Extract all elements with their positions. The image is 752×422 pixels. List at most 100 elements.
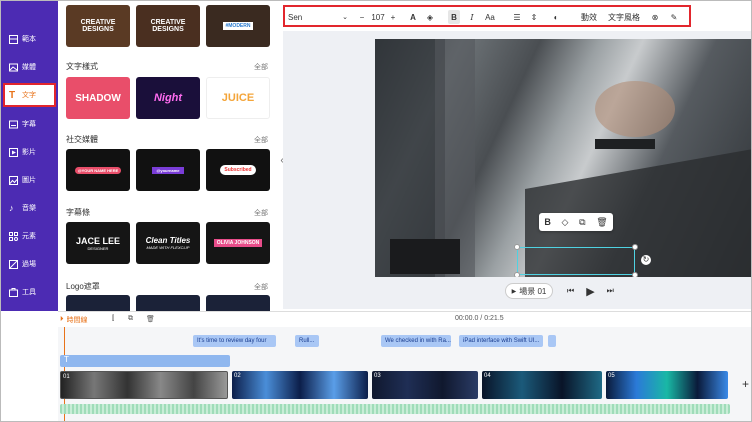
sidebar-item-elements[interactable]: 元素 xyxy=(5,224,55,248)
timeline-icon: ⏵ xyxy=(60,316,64,323)
align-button[interactable]: ☰ xyxy=(511,10,523,24)
audio-waveform[interactable] xyxy=(60,404,730,414)
template-thumb[interactable]: CREATIVE DESIGNS xyxy=(66,5,130,47)
bold-button[interactable]: B xyxy=(448,10,460,24)
play-icon[interactable]: ▶ xyxy=(586,285,594,298)
video-clip[interactable]: 01 xyxy=(60,371,228,399)
sidebar-item-media[interactable]: 媒體 xyxy=(5,55,55,79)
text-track-icon: T xyxy=(64,355,69,364)
video-editor-window: 範本 媒體 T 文字 字幕 影片 圖片 ♪ 音樂 元素 過場 工具 CREATI… xyxy=(0,0,752,422)
text-style-thumb[interactable]: JUICE xyxy=(206,77,270,119)
lower-third-thumb[interactable]: OLIVIA JOHNSON xyxy=(206,222,270,264)
clip-number: 04 xyxy=(484,373,491,379)
plus-label: + xyxy=(390,12,396,22)
text-style-thumb[interactable]: Night xyxy=(136,77,200,119)
link-icon: ⊗ xyxy=(651,12,659,22)
video-clip[interactable]: 02 xyxy=(232,371,368,399)
thumb-label: @YOUR NAME HERE xyxy=(74,166,122,174)
sidebar-item-subtitle[interactable]: 字幕 xyxy=(5,112,55,136)
pen-icon: ✎ xyxy=(670,12,678,22)
subtitle-clip[interactable]: It's time to review day four xyxy=(193,335,276,347)
preview-area: ↻ B ◇ ⧉ 🗑 ▶ 場景 01 ⏮ ▶ ⏭ xyxy=(283,31,751,309)
logo-mask-thumb[interactable] xyxy=(66,295,130,311)
video-clip[interactable]: 05 xyxy=(606,371,728,399)
timeline: It's time to review day four Rull... We … xyxy=(58,327,751,421)
duplicate-icon[interactable]: ⧉ xyxy=(579,217,585,228)
thumb-label: OLIVIA JOHNSON xyxy=(213,239,263,247)
text-popup-toolbar: B ◇ ⧉ 🗑 xyxy=(539,213,613,231)
subtitle-clip[interactable] xyxy=(548,335,556,347)
subtitle-text: iPad interface with Swift UI... xyxy=(463,338,540,344)
see-all-link[interactable]: 全部 xyxy=(254,62,268,72)
see-all-link[interactable]: 全部 xyxy=(254,208,268,218)
resize-handle[interactable] xyxy=(514,272,520,277)
copy-icon[interactable]: ⧉ xyxy=(128,315,133,323)
split-icon[interactable]: ⫿ xyxy=(112,315,114,323)
image-icon xyxy=(9,175,18,185)
text-selection-box[interactable] xyxy=(517,247,635,275)
template-thumb[interactable]: CREATIVE DESIGNS xyxy=(136,5,200,47)
resize-handle[interactable] xyxy=(632,272,638,277)
animation-button[interactable]: 動效 xyxy=(578,10,600,24)
video-clip[interactable]: 03 xyxy=(372,371,478,399)
edit-button[interactable]: ✎ xyxy=(668,10,680,24)
text-style-thumb[interactable]: SHADOW xyxy=(66,77,130,119)
font-size-increase[interactable]: + xyxy=(388,10,398,24)
highlight-button[interactable]: ◈ xyxy=(424,10,436,24)
transition-icon xyxy=(9,259,18,269)
sidebar-item-video[interactable]: 影片 xyxy=(5,140,55,164)
lower-third-thumb[interactable]: JACE LEE DESIGNER xyxy=(66,222,130,264)
add-clip-icon[interactable]: + xyxy=(742,377,749,391)
subtitle-icon xyxy=(9,120,18,129)
thumb-label: JUICE xyxy=(221,92,255,104)
bold-icon[interactable]: B xyxy=(544,217,551,227)
thumb-label: Night xyxy=(153,92,183,104)
sidebar-item-text[interactable]: T 文字 xyxy=(3,83,56,107)
rotate-icon[interactable]: ↻ xyxy=(641,255,651,265)
scene-label: 場景 01 xyxy=(519,286,547,296)
sidebar-item-transition[interactable]: 過場 xyxy=(5,252,55,276)
scene-selector[interactable]: ▶ 場景 01 xyxy=(505,283,553,299)
resize-handle[interactable] xyxy=(632,244,638,250)
chevron-down-icon: ⌄ xyxy=(342,14,348,21)
template-thumb[interactable]: #MODERN xyxy=(206,5,270,47)
text-track-clip[interactable]: T xyxy=(60,355,230,367)
sidebar-item-template[interactable]: 範本 xyxy=(5,27,55,51)
logo-mask-thumb[interactable] xyxy=(206,295,270,311)
link-button[interactable]: ⊗ xyxy=(649,10,661,24)
opacity-button[interactable]: ◐ xyxy=(550,10,562,24)
sidebar-item-image[interactable]: 圖片 xyxy=(5,168,55,192)
subtitle-clip[interactable]: iPad interface with Swift UI... xyxy=(459,335,543,347)
text-color-button[interactable]: A xyxy=(407,10,419,24)
video-clip[interactable]: 04 xyxy=(482,371,602,399)
delete-icon[interactable]: 🗑 xyxy=(596,217,607,228)
resize-handle[interactable] xyxy=(514,244,520,250)
see-all-link[interactable]: 全部 xyxy=(254,135,268,145)
text-style-button[interactable]: 文字風格 xyxy=(607,10,641,24)
timeline-mode-button[interactable]: ⏵ 時間線 xyxy=(60,315,88,325)
video-frame-image xyxy=(375,39,751,277)
italic-icon: I xyxy=(470,12,474,22)
font-size-decrease[interactable]: − xyxy=(357,10,367,24)
social-thumb[interactable]: Subscribed xyxy=(206,149,270,191)
font-select[interactable]: Sen ⌄ xyxy=(288,10,348,24)
text-case-button[interactable]: Aa xyxy=(482,10,498,24)
social-thumb[interactable]: @yourname xyxy=(136,149,200,191)
subtitle-clip[interactable]: We checked in with Ra... xyxy=(381,335,451,347)
logo-mask-thumb[interactable] xyxy=(136,295,200,311)
spacing-button[interactable]: ⇕ xyxy=(528,10,540,24)
prev-scene-icon[interactable]: ⏮ xyxy=(567,286,574,296)
subtitle-clip[interactable]: Rull... xyxy=(295,335,319,347)
next-scene-icon[interactable]: ⏭ xyxy=(607,286,614,296)
see-all-link[interactable]: 全部 xyxy=(254,282,268,292)
delete-icon[interactable]: 🗑 xyxy=(146,315,155,323)
video-canvas[interactable]: ↻ xyxy=(375,39,751,277)
tools-icon xyxy=(9,287,18,297)
font-size-value[interactable]: 107 xyxy=(368,10,388,24)
italic-button[interactable]: I xyxy=(466,10,478,24)
sidebar-item-tools[interactable]: 工具 xyxy=(5,280,55,304)
social-thumb[interactable]: @YOUR NAME HERE xyxy=(66,149,130,191)
layers-icon[interactable]: ◇ xyxy=(562,217,569,228)
lower-third-thumb[interactable]: Clean Titles MADE WITH FLEXCLIP xyxy=(136,222,200,264)
sidebar-item-music[interactable]: ♪ 音樂 xyxy=(5,196,55,220)
